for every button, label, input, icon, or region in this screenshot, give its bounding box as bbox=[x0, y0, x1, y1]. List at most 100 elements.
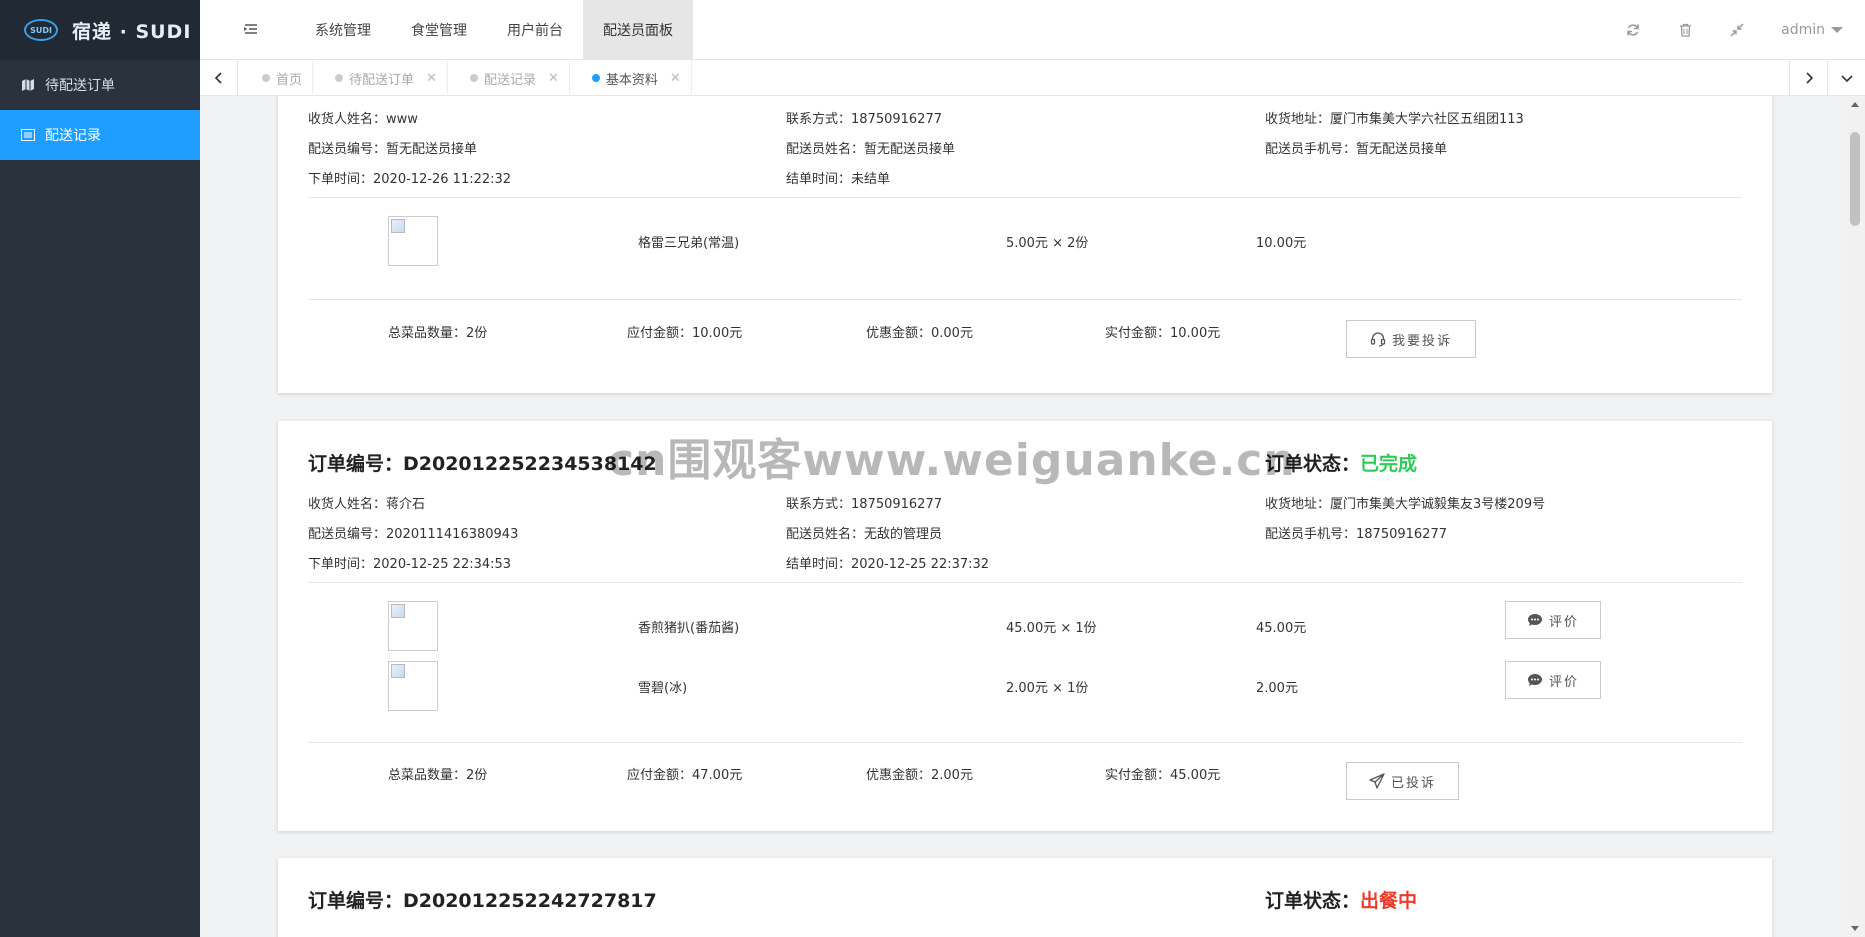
delivery-address: 收货地址：厦门市集美大学诚毅集友3号楼209号 bbox=[1265, 497, 1546, 512]
headset-icon bbox=[1370, 331, 1386, 347]
tab-dot-icon bbox=[335, 74, 344, 82]
tabs-scroll-left-icon[interactable] bbox=[200, 60, 238, 96]
caret-down-icon bbox=[1831, 27, 1843, 33]
nav-courier-panel[interactable]: 配送员面板 bbox=[583, 0, 693, 60]
trash-icon[interactable] bbox=[1677, 22, 1693, 38]
contact-phone: 联系方式：18750916277 bbox=[786, 497, 942, 512]
status-badge: 已完成 bbox=[1360, 453, 1418, 475]
dish-subtotal: 10.00元 bbox=[1256, 236, 1307, 251]
close-icon[interactable]: ✕ bbox=[426, 71, 437, 86]
page-tabs: 首页 待配送订单 ✕ 配送记录 ✕ 基本资料 ✕ bbox=[240, 60, 692, 96]
send-icon bbox=[1369, 773, 1385, 789]
tab-home[interactable]: 首页 bbox=[240, 60, 314, 96]
review-button[interactable]: 评价 bbox=[1505, 601, 1601, 639]
refresh-icon[interactable] bbox=[1625, 22, 1641, 38]
sidebar: SUDI 宿递 · SUDI 待配送订单 配送记录 bbox=[0, 0, 200, 937]
menu-toggle-icon[interactable] bbox=[242, 20, 260, 38]
order-number: 订单编号：D202012252234538142 bbox=[308, 453, 657, 475]
nav-system-management[interactable]: 系统管理 bbox=[295, 0, 391, 60]
contact-phone: 联系方式：18750916277 bbox=[786, 112, 942, 127]
scroll-down-icon[interactable] bbox=[1851, 926, 1859, 931]
logo-badge: SUDI bbox=[24, 19, 58, 41]
tab-label: 基本资料 bbox=[605, 72, 658, 88]
order-status: 订单状态：出餐中 bbox=[1265, 886, 1417, 913]
order-status-label: 订单状态： bbox=[1265, 890, 1361, 912]
top-nav: 系统管理 食堂管理 用户前台 配送员面板 bbox=[295, 0, 693, 60]
paid-amount: 实付金额：45.00元 bbox=[1105, 768, 1221, 783]
tab-dot-icon bbox=[262, 74, 270, 82]
admin-user-menu[interactable]: admin bbox=[1781, 22, 1843, 38]
list-icon bbox=[20, 129, 36, 141]
complaint-button[interactable]: 我要投诉 bbox=[1346, 320, 1476, 358]
page-scrollbar[interactable] bbox=[1845, 96, 1865, 937]
close-icon[interactable]: ✕ bbox=[670, 71, 681, 86]
order-card: 收货人姓名：www 联系方式：18750916277 收货地址：厦门市集美大学六… bbox=[278, 96, 1772, 393]
tab-basic-info[interactable]: 基本资料 ✕ bbox=[570, 60, 692, 96]
dish-image bbox=[388, 216, 438, 266]
discount-amount: 优惠金额：0.00元 bbox=[866, 326, 973, 341]
paid-amount: 实付金额：10.00元 bbox=[1105, 326, 1221, 341]
complaint-button-label: 我要投诉 bbox=[1391, 333, 1452, 349]
courier-phone: 配送员手机号：18750916277 bbox=[1265, 527, 1447, 542]
header-actions: admin bbox=[1625, 0, 1843, 60]
tab-label: 首页 bbox=[276, 72, 303, 88]
map-icon bbox=[20, 78, 36, 92]
comment-icon bbox=[1527, 612, 1543, 628]
order-number: 订单编号：D202012252242727817 bbox=[308, 890, 657, 912]
tab-dot-icon bbox=[591, 74, 600, 82]
tab-pending-orders[interactable]: 待配送订单 ✕ bbox=[313, 60, 448, 96]
scroll-up-icon[interactable] bbox=[1851, 102, 1859, 107]
courier-number: 配送员编号：2020111416380943 bbox=[308, 527, 519, 542]
payable-amount: 应付金额：47.00元 bbox=[627, 768, 743, 783]
status-badge: 出餐中 bbox=[1360, 890, 1418, 912]
dish-name: 香煎猪扒(番茄酱) bbox=[638, 621, 740, 636]
complaint-button[interactable]: 已投诉 bbox=[1346, 762, 1459, 800]
complaint-button-label: 已投诉 bbox=[1390, 775, 1436, 791]
close-time: 结单时间：未结单 bbox=[786, 172, 891, 187]
order-card: 订单编号：D202012252242727817 订单状态：出餐中 bbox=[278, 858, 1772, 937]
receiver-name: 收货人姓名：www bbox=[308, 112, 418, 127]
tab-delivery-records[interactable]: 配送记录 ✕ bbox=[448, 60, 570, 96]
review-button-label: 评价 bbox=[1548, 674, 1579, 690]
dish-subtotal: 2.00元 bbox=[1256, 681, 1298, 696]
tabs-bar: 首页 待配送订单 ✕ 配送记录 ✕ 基本资料 ✕ bbox=[200, 60, 1865, 96]
logo-text: 宿递 · SUDI bbox=[72, 20, 192, 43]
sidebar-item-delivery-records[interactable]: 配送记录 bbox=[0, 110, 200, 160]
divider bbox=[308, 197, 1742, 198]
close-icon[interactable]: ✕ bbox=[548, 71, 559, 86]
payable-amount: 应付金额：10.00元 bbox=[627, 326, 743, 341]
scrollbar-thumb[interactable] bbox=[1850, 132, 1860, 226]
discount-amount: 优惠金额：2.00元 bbox=[866, 768, 973, 783]
sidebar-item-label: 配送记录 bbox=[45, 128, 101, 144]
divider bbox=[308, 742, 1742, 743]
review-button[interactable]: 评价 bbox=[1505, 661, 1601, 699]
tabs-scroll-right-icon[interactable] bbox=[1789, 60, 1827, 96]
nav-user-frontend[interactable]: 用户前台 bbox=[487, 0, 583, 60]
sidebar-item-label: 待配送订单 bbox=[45, 78, 115, 94]
top-header: 系统管理 食堂管理 用户前台 配送员面板 admin bbox=[200, 0, 1865, 60]
divider bbox=[308, 582, 1742, 583]
dish-subtotal: 45.00元 bbox=[1256, 621, 1307, 636]
nav-canteen-management[interactable]: 食堂管理 bbox=[391, 0, 487, 60]
dish-name: 雪碧(冰) bbox=[638, 681, 688, 696]
courier-number: 配送员编号：暂无配送员接单 bbox=[308, 142, 478, 157]
receiver-name: 收货人姓名：蒋介石 bbox=[308, 497, 426, 512]
tab-dot-icon bbox=[469, 74, 478, 82]
delivery-address: 收货地址：厦门市集美大学六社区五组团113 bbox=[1265, 112, 1524, 127]
tabs-menu-chevron-down-icon[interactable] bbox=[1827, 60, 1865, 96]
order-time: 下单时间：2020-12-25 22:34:53 bbox=[308, 557, 512, 572]
divider bbox=[308, 299, 1742, 300]
dish-image bbox=[388, 661, 438, 711]
tab-label: 待配送订单 bbox=[349, 72, 415, 88]
close-time: 结单时间：2020-12-25 22:37:32 bbox=[786, 557, 990, 572]
courier-phone: 配送员手机号：暂无配送员接单 bbox=[1265, 142, 1448, 157]
order-time: 下单时间：2020-12-26 11:22:32 bbox=[308, 172, 512, 187]
compress-icon[interactable] bbox=[1729, 22, 1745, 38]
courier-name: 配送员姓名：无敌的管理员 bbox=[786, 527, 943, 542]
dish-image bbox=[388, 601, 438, 651]
logo[interactable]: SUDI 宿递 · SUDI bbox=[0, 0, 200, 60]
total-quantity: 总菜品数量：2份 bbox=[388, 326, 488, 341]
watermark: cn围观客www.weiguanke.cn bbox=[608, 435, 1296, 486]
total-quantity: 总菜品数量：2份 bbox=[388, 768, 488, 783]
sidebar-item-pending-orders[interactable]: 待配送订单 bbox=[0, 60, 200, 110]
